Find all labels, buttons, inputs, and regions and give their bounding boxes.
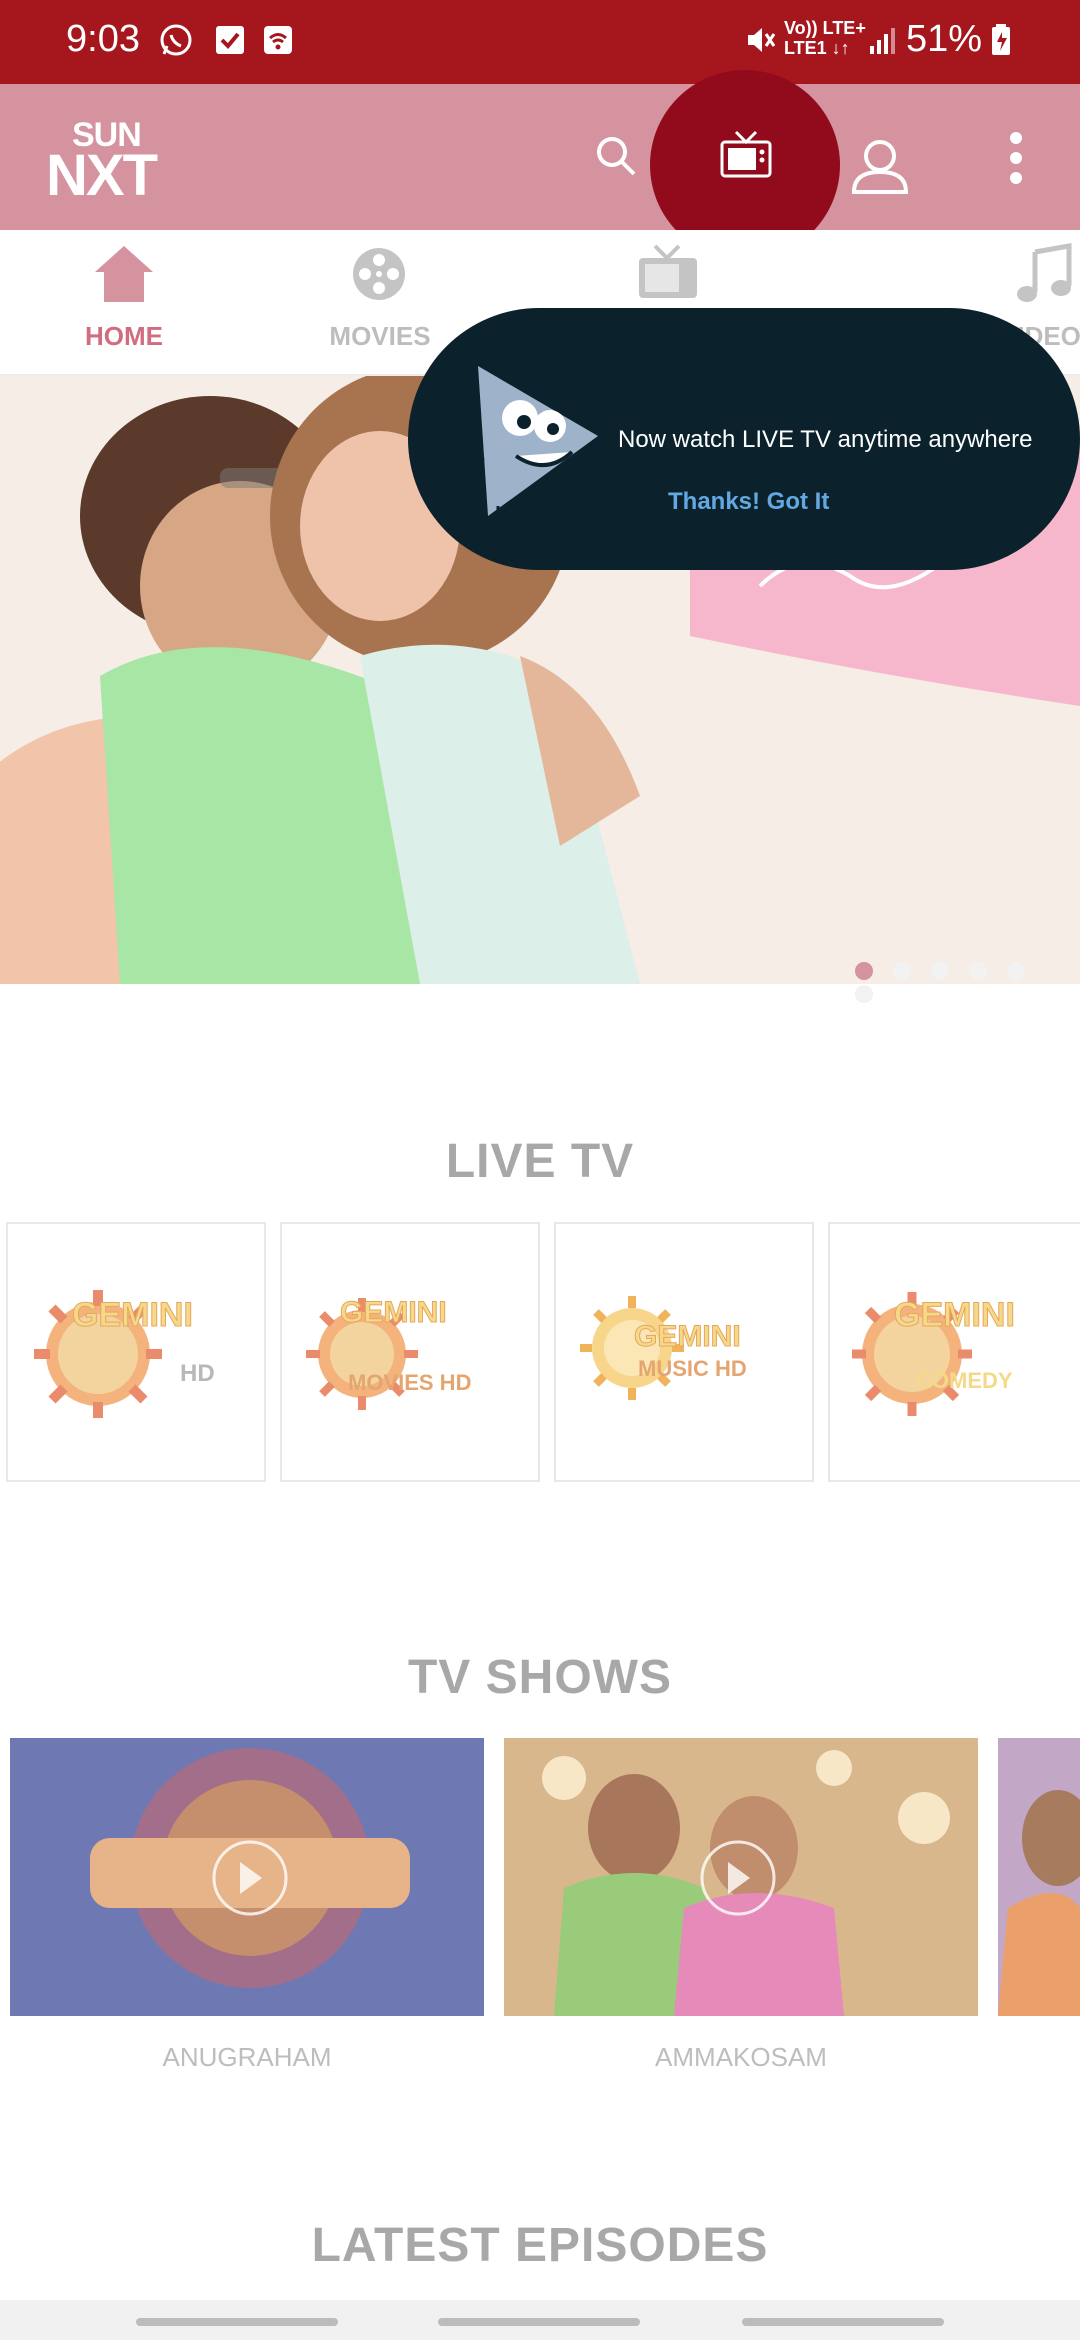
tab-movies-label: MOVIES: [329, 321, 431, 351]
battery-icon: [992, 24, 1010, 55]
channel-card-gemini-hd[interactable]: GEMINI HD: [6, 1222, 266, 1482]
nav-handle[interactable]: [742, 2318, 944, 2326]
banner-pagination: [855, 962, 1080, 1008]
wifi-hotspot-icon: [264, 26, 292, 54]
banner-dot[interactable]: [893, 962, 911, 980]
whatsapp-icon: [160, 24, 192, 56]
channel-name: GEMINI: [72, 1296, 194, 1335]
app-bar: SUN NXT: [0, 84, 1080, 230]
channel-card-gemini-movies-hd[interactable]: GEMINI MOVIES HD: [280, 1222, 540, 1482]
home-icon: [95, 246, 153, 302]
channel-suffix: MUSIC HD: [638, 1356, 747, 1381]
nav-handle[interactable]: [136, 2318, 338, 2326]
battery-percent: 51%: [905, 18, 982, 60]
tv-icon: [639, 244, 697, 298]
channel-name: GEMINI: [894, 1296, 1016, 1335]
banner-dot[interactable]: [931, 962, 949, 980]
sun-nxt-logo[interactable]: SUN NXT: [46, 116, 166, 208]
tooltip-dismiss-button[interactable]: Thanks! Got It: [668, 488, 829, 516]
sun-logo-icon: [580, 1296, 684, 1400]
tab-home-label: HOME: [85, 321, 163, 351]
banner-dot[interactable]: [855, 962, 873, 980]
checkbox-icon: [216, 26, 244, 54]
more-vert-icon[interactable]: [1004, 130, 1028, 186]
channel-suffix: MOVIES HD: [348, 1370, 472, 1395]
mute-icon: [748, 28, 776, 52]
show-title: AMMAKOSAM: [655, 2042, 827, 2072]
show-card-anugraham[interactable]: [10, 1738, 484, 2016]
music-note-icon: [1017, 243, 1072, 302]
channel-suffix: HD: [180, 1360, 215, 1387]
signal-icon: [870, 28, 895, 54]
profile-icon[interactable]: [848, 134, 912, 198]
channel-card-gemini-music-hd[interactable]: GEMINI MUSIC HD: [554, 1222, 814, 1482]
show-thumbnail: [504, 1738, 978, 2016]
tab-home[interactable]: HOME: [44, 240, 204, 370]
nav-handle[interactable]: [438, 2318, 640, 2326]
channel-suffix: COMEDY: [916, 1368, 1013, 1393]
banner-dot[interactable]: [1007, 962, 1025, 980]
film-reel-icon: [353, 248, 405, 300]
channel-card-gemini-comedy[interactable]: GEMINI COMEDY: [828, 1222, 1080, 1482]
status-bar: 9:03 Vo)) LTE+ LTE1 ↓↑ 51%: [0, 0, 1080, 84]
system-nav-bar: [0, 2300, 1080, 2340]
search-icon[interactable]: [592, 132, 640, 180]
live-tv-row: GEMINI HD GEMINI MOVIES HD GEMINI MUSIC …: [6, 1222, 1080, 1486]
mascot-icon: [467, 366, 598, 520]
channel-name: GEMINI: [634, 1320, 742, 1354]
show-card-partial[interactable]: [998, 1738, 1080, 2016]
show-card-ammakosam[interactable]: [504, 1738, 978, 2016]
tooltip-message: Now watch LIVE TV anytime anywhere: [618, 426, 1033, 453]
tab-movies[interactable]: MOVIES: [300, 240, 460, 370]
lte-indicator: Vo)) LTE+ LTE1 ↓↑: [784, 18, 866, 58]
latest-episodes-title: LATEST EPISODES: [311, 2219, 769, 2272]
status-time: 9:03: [66, 18, 140, 60]
show-thumbnail: [10, 1738, 484, 2016]
live-tv-tooltip: Now watch LIVE TV anytime anywhere Thank…: [408, 308, 1080, 570]
show-title: ANUGRAHAM: [162, 2042, 332, 2072]
tv-shows-title: TV SHOWS: [407, 1651, 672, 1704]
banner-dot[interactable]: [969, 962, 987, 980]
banner-dot[interactable]: [855, 985, 873, 1003]
show-thumbnail: [998, 1738, 1080, 2016]
channel-name: GEMINI: [340, 1296, 448, 1330]
live-tv-title: LIVE TV: [445, 1135, 635, 1188]
live-tv-icon: [720, 130, 772, 178]
